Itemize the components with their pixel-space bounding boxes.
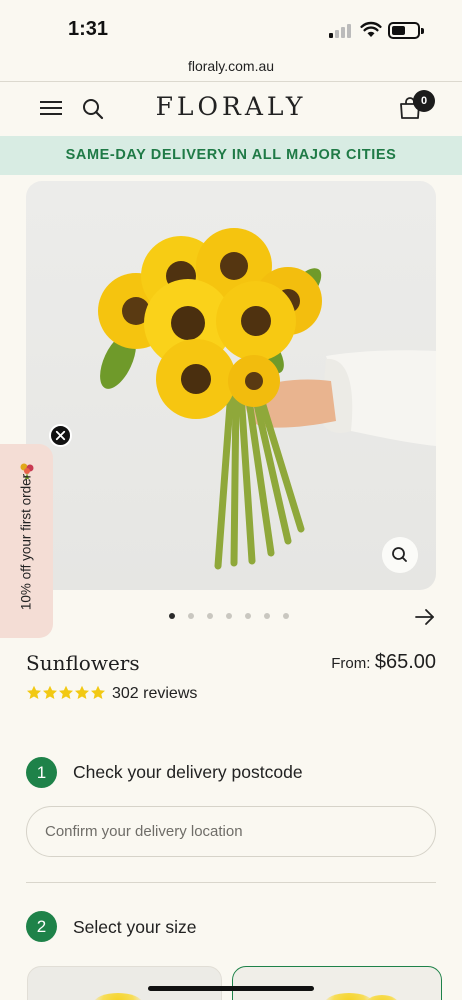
step-number: 2: [26, 911, 57, 942]
star-icon: [27, 685, 41, 699]
discount-tab[interactable]: 10% off your first order: [0, 444, 53, 638]
postcode-input[interactable]: [26, 806, 436, 857]
step-label-size: Select your size: [73, 917, 197, 937]
carousel-dot[interactable]: [207, 613, 213, 619]
sunflower-bouquet-illustration: [98, 228, 436, 570]
product-title: Sunflowers: [26, 651, 140, 675]
size-option-card[interactable]: [27, 966, 222, 1000]
carousel-dot[interactable]: [188, 613, 194, 619]
signal-icon: [329, 24, 353, 38]
price-value: $65.00: [374, 651, 436, 673]
arrow-right-icon[interactable]: [414, 607, 436, 627]
carousel-dots: [169, 613, 299, 621]
product-price: From: $65.00: [331, 651, 436, 674]
promo-banner: SAME-DAY DELIVERY IN ALL MAJOR CITIES: [0, 136, 462, 175]
product-image[interactable]: [26, 181, 436, 590]
address-bar[interactable]: floraly.com.au: [0, 52, 462, 80]
star-icon: [75, 685, 89, 699]
rating-stars: [26, 685, 106, 703]
site-logo[interactable]: FLORALY: [0, 92, 462, 121]
star-icon: [43, 685, 57, 699]
size-option-card-selected[interactable]: [232, 966, 442, 1000]
wifi-icon: [360, 21, 382, 37]
zoom-icon[interactable]: [382, 537, 418, 573]
carousel-dot[interactable]: [226, 613, 232, 619]
status-time: 1:31: [68, 18, 109, 40]
home-indicator: [148, 986, 314, 991]
carousel-dot[interactable]: [169, 613, 175, 619]
close-icon[interactable]: [49, 424, 72, 447]
star-icon: [91, 685, 105, 699]
carousel-dot[interactable]: [264, 613, 270, 619]
divider: [26, 882, 436, 883]
step-number: 1: [26, 757, 57, 788]
step-label-postcode: Check your delivery postcode: [73, 762, 303, 782]
carousel-dot[interactable]: [245, 613, 251, 619]
battery-icon: [388, 22, 424, 39]
carousel-dot[interactable]: [283, 613, 289, 619]
status-bar: 1:31: [0, 0, 462, 58]
site-header: FLORALY: [0, 82, 462, 136]
review-count[interactable]: 302 reviews: [112, 685, 197, 703]
price-prefix: From:: [331, 655, 371, 672]
star-icon: [59, 685, 73, 699]
cart-count-badge[interactable]: 0: [413, 90, 435, 112]
discount-tab-label: 10% off your first order: [18, 473, 34, 611]
